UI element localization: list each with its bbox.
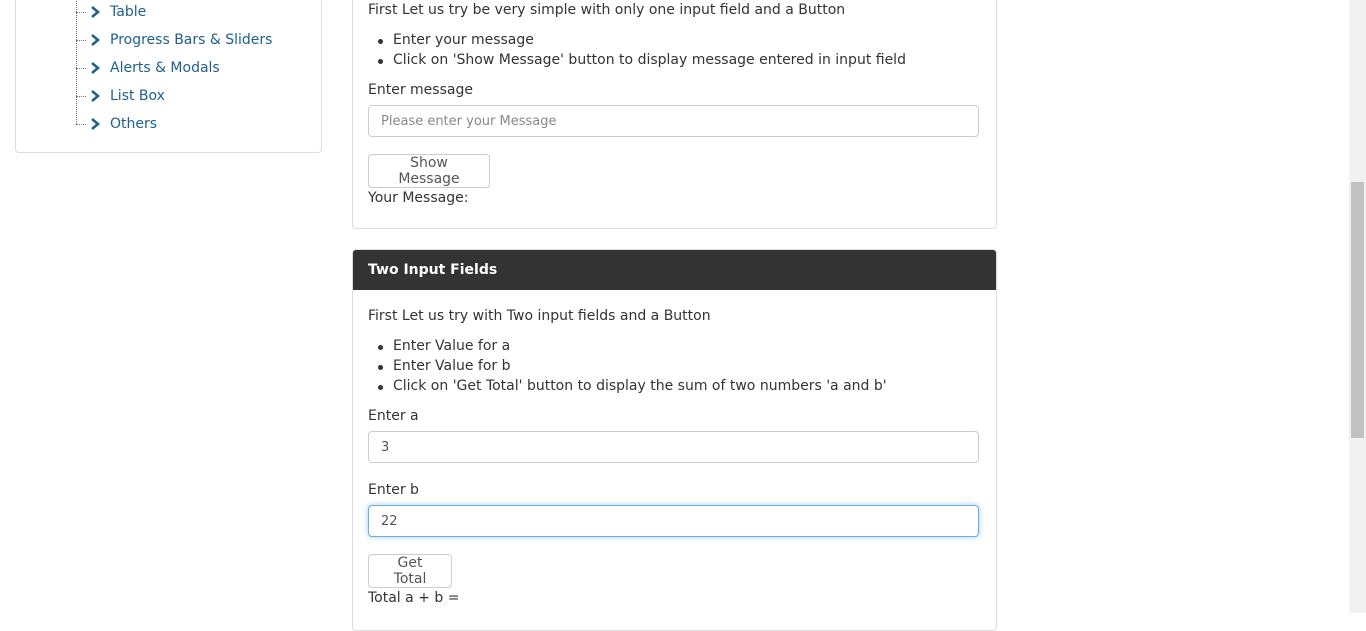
sidebar-item-label[interactable]: List Box bbox=[110, 88, 165, 104]
value-a-input[interactable] bbox=[368, 431, 979, 463]
single-input-panel: First Let us try be very simple with onl… bbox=[352, 0, 997, 229]
sidebar-item-others[interactable]: Others bbox=[76, 114, 157, 134]
chevron-right-icon bbox=[90, 5, 100, 19]
sidebar-item-label[interactable]: Others bbox=[110, 116, 157, 132]
sidebar-item-table[interactable]: Table bbox=[76, 2, 146, 22]
enter-a-label: Enter a bbox=[368, 408, 419, 424]
instruction-item: Click on 'Get Total' button to display t… bbox=[378, 378, 887, 394]
instruction-item: Enter Value for b bbox=[378, 358, 511, 374]
panel-intro: First Let us try with Two input fields a… bbox=[368, 308, 711, 324]
get-total-button[interactable]: Get Total bbox=[368, 554, 452, 588]
sidebar-item-label[interactable]: Table bbox=[110, 4, 146, 20]
panel-intro: First Let us try be very simple with onl… bbox=[368, 2, 846, 18]
total-label: Total a + b = bbox=[368, 590, 460, 606]
message-label: Enter message bbox=[368, 82, 473, 98]
panel-heading-title: Two Input Fields bbox=[368, 262, 498, 278]
show-message-button[interactable]: Show Message bbox=[368, 154, 490, 188]
instruction-item: Enter Value for a bbox=[377, 338, 511, 354]
instruction-item: Click on 'Show Message' button to displa… bbox=[378, 52, 906, 68]
two-input-panel: Two Input Fields First Let us try with T… bbox=[352, 249, 997, 631]
sidebar-item-alerts-modals[interactable]: Alerts & Modals bbox=[76, 58, 220, 78]
value-b-input[interactable] bbox=[368, 505, 979, 537]
chevron-right-icon bbox=[90, 33, 100, 47]
message-input[interactable] bbox=[368, 105, 979, 137]
sidebar-item-list-box[interactable]: List Box bbox=[76, 86, 165, 106]
chevron-right-icon bbox=[90, 61, 100, 75]
chevron-right-icon bbox=[90, 89, 100, 103]
instruction-item: Enter your message bbox=[378, 32, 534, 48]
sidebar-item-label[interactable]: Progress Bars & Sliders bbox=[110, 32, 272, 48]
sidebar-item-progress-bars-sliders[interactable]: Progress Bars & Sliders bbox=[76, 30, 272, 50]
chevron-right-icon bbox=[90, 117, 100, 131]
page-scrollbar[interactable] bbox=[1349, 0, 1366, 613]
your-message-label: Your Message: bbox=[368, 190, 469, 206]
sidebar-item-label[interactable]: Alerts & Modals bbox=[110, 60, 220, 76]
scrollbar-thumb[interactable] bbox=[1351, 182, 1364, 438]
enter-b-label: Enter b bbox=[368, 482, 419, 498]
sidebar-menu: Table Progress Bars & Sliders Alerts & M… bbox=[15, 0, 322, 153]
panel-heading: Two Input Fields bbox=[353, 250, 996, 290]
